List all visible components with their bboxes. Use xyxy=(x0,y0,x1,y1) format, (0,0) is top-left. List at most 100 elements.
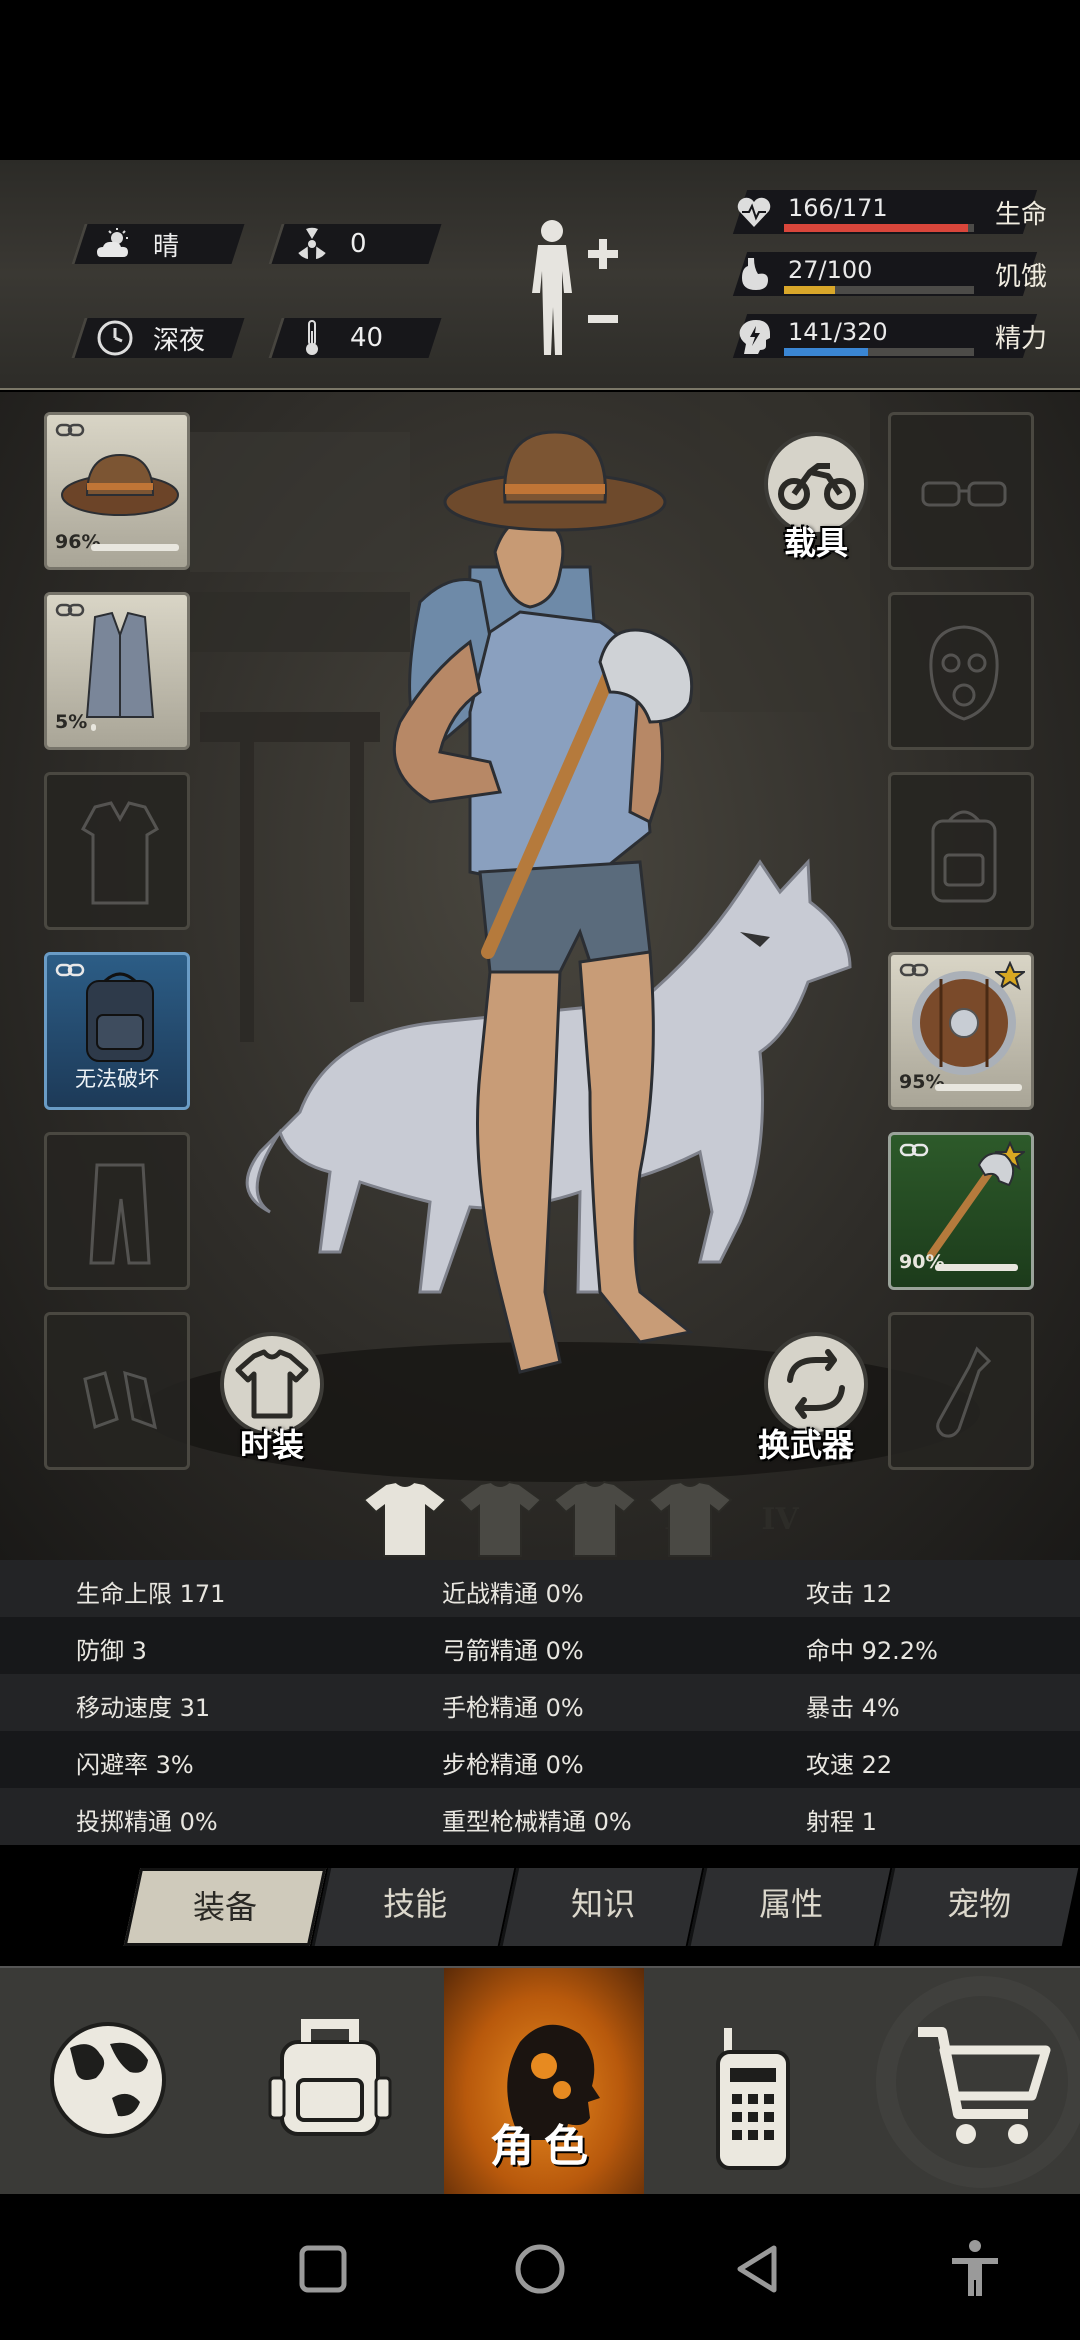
hunger-bar xyxy=(784,286,974,294)
nav-radio[interactable] xyxy=(644,1968,862,2196)
stat-max-hp: 生命上限 171 xyxy=(76,1580,226,1608)
bottom-nav: 角色 xyxy=(0,1966,1080,2196)
shopping-cart-icon xyxy=(876,1976,1080,2188)
backpack-status: 无法破坏 xyxy=(75,1067,159,1091)
tab-equipment-label: 装备 xyxy=(192,1888,257,1926)
swap-weapon-label: 换武器 xyxy=(758,1426,855,1464)
equip-slot-glasses[interactable] xyxy=(888,412,1034,570)
vest-icon xyxy=(85,611,155,718)
health-bar xyxy=(784,224,974,232)
tab-knowledge[interactable]: 知识 xyxy=(499,1868,703,1946)
equip-slot-hat[interactable]: 96% xyxy=(44,412,190,570)
system-navigation-bar xyxy=(0,2194,1080,2340)
swap-arrows-icon xyxy=(787,1349,845,1419)
weather-label: 晴 xyxy=(153,231,180,262)
stat-row: 生命上限 171 近战精通 0% 攻击 12 xyxy=(0,1560,1080,1617)
walkie-talkie-icon xyxy=(716,2028,790,2170)
tab-skills[interactable]: 技能 xyxy=(311,1868,515,1946)
health-bar-fill xyxy=(784,224,969,232)
vehicle-label: 载具 xyxy=(784,524,849,562)
nav-character[interactable]: 角色 xyxy=(444,1968,644,2196)
body-silhouette-icon xyxy=(532,220,618,355)
stat-accuracy: 命中 92.2% xyxy=(806,1637,938,1665)
radiation-tag: 0 xyxy=(268,224,442,264)
temperature-tag: 40 xyxy=(268,318,442,358)
stat-pistol-mastery: 手枪精通 0% xyxy=(442,1694,584,1722)
stat-row: 投掷精通 0% 重型枪械精通 0% 射程 1 xyxy=(0,1788,1080,1845)
tshirt-icon xyxy=(457,1480,543,1557)
shoes-icon xyxy=(83,1370,158,1430)
stat-move-speed: 移动速度 31 xyxy=(76,1694,211,1722)
energy-label: 精力 xyxy=(995,324,1048,354)
hunger-bar-fill xyxy=(784,286,836,294)
temperature-value: 40 xyxy=(350,323,384,353)
body-health-button[interactable] xyxy=(520,215,630,365)
tab-pets[interactable]: 宠物 xyxy=(875,1868,1079,1946)
outfit-selector: I II III IV xyxy=(360,1478,799,1558)
outfit-slot-2[interactable]: II xyxy=(455,1478,604,1558)
tshirt-icon xyxy=(552,1480,638,1557)
stat-range: 射程 1 xyxy=(806,1808,877,1836)
accessibility-icon[interactable] xyxy=(940,2234,1010,2304)
clock-icon xyxy=(95,318,135,358)
tab-attributes[interactable]: 属性 xyxy=(687,1868,891,1946)
equip-slot-shield[interactable]: 95% xyxy=(888,952,1034,1110)
axe-durability-bar xyxy=(935,1264,1018,1271)
stat-archery-mastery: 弓箭精通 0% xyxy=(442,1637,584,1665)
equip-slot-mask[interactable] xyxy=(888,592,1034,750)
cowboy-hat-icon xyxy=(61,453,179,516)
recent-apps-icon[interactable] xyxy=(288,2234,358,2304)
hat-durability-bar xyxy=(91,544,180,551)
hunger-label: 饥饿 xyxy=(995,262,1048,292)
nav-backpack[interactable] xyxy=(222,1968,444,2196)
stat-row: 闪避率 3% 步枪精通 0% 攻速 22 xyxy=(0,1731,1080,1788)
tab-bar: 装备 技能 知识 属性 宠物 xyxy=(110,1868,1079,1946)
round-shield-icon xyxy=(912,971,1016,1075)
vital-health: 166/171 生命 xyxy=(720,190,1075,234)
tab-knowledge-label: 知识 xyxy=(571,1885,636,1923)
equip-slot-shoes[interactable] xyxy=(44,1312,190,1470)
tab-pets-label: 宠物 xyxy=(947,1885,1012,1923)
energy-value: 141/320 xyxy=(788,318,888,346)
equip-slot-pants[interactable] xyxy=(44,1132,190,1290)
equip-slot-body[interactable]: 5% xyxy=(44,592,190,750)
health-label: 生命 xyxy=(995,200,1048,230)
health-value: 166/171 xyxy=(788,194,888,222)
pants-icon xyxy=(89,1163,151,1265)
stat-attack: 攻击 12 xyxy=(806,1580,893,1608)
vest-durability-bar xyxy=(91,724,96,731)
equip-slot-weapon[interactable]: 90% xyxy=(888,1132,1034,1290)
tab-skills-label: 技能 xyxy=(383,1885,448,1923)
thermometer-icon xyxy=(292,318,332,358)
cloud-sun-icon xyxy=(95,224,135,264)
energy-bar-fill xyxy=(784,348,868,356)
hunger-value: 27/100 xyxy=(788,256,873,284)
vest-durability: 5% xyxy=(55,711,88,733)
nav-character-label: 角色 xyxy=(490,2121,598,2172)
outfit-slot-3[interactable]: III xyxy=(550,1478,706,1558)
stat-melee-mastery: 近战精通 0% xyxy=(442,1580,584,1608)
stat-crit: 暴击 4% xyxy=(806,1694,900,1722)
coat-icon xyxy=(80,801,160,905)
backpack-icon xyxy=(268,2019,392,2136)
radiation-icon xyxy=(292,224,332,264)
fashion-label: 时装 xyxy=(240,1426,305,1464)
tshirt-icon xyxy=(362,1480,448,1557)
equip-slot-throwable[interactable] xyxy=(888,1312,1034,1470)
tshirt-icon xyxy=(235,1349,309,1419)
equip-slot-backpack[interactable]: 无法破坏 xyxy=(44,952,190,1110)
home-icon[interactable] xyxy=(505,2234,575,2304)
outfit-slot-1[interactable]: I xyxy=(360,1478,502,1558)
equip-slot-coat[interactable] xyxy=(44,772,190,930)
tab-equipment[interactable]: 装备 xyxy=(123,1868,327,1946)
character-scene: 96% 5% 无法破坏 95% 90% 载具 时装 换武器 xyxy=(0,392,1080,1560)
back-icon[interactable] xyxy=(722,2234,792,2304)
nav-shop[interactable] xyxy=(862,1968,1080,2196)
outfit-slot-4[interactable]: IV xyxy=(645,1478,799,1558)
vital-energy: 141/320 精力 xyxy=(720,314,1075,358)
nav-map[interactable] xyxy=(0,1968,222,2196)
globe-icon xyxy=(50,2022,166,2138)
stat-throw-mastery: 投掷精通 0% xyxy=(76,1808,218,1836)
equip-slot-bag[interactable] xyxy=(888,772,1034,930)
stat-rifle-mastery: 步枪精通 0% xyxy=(442,1751,584,1779)
